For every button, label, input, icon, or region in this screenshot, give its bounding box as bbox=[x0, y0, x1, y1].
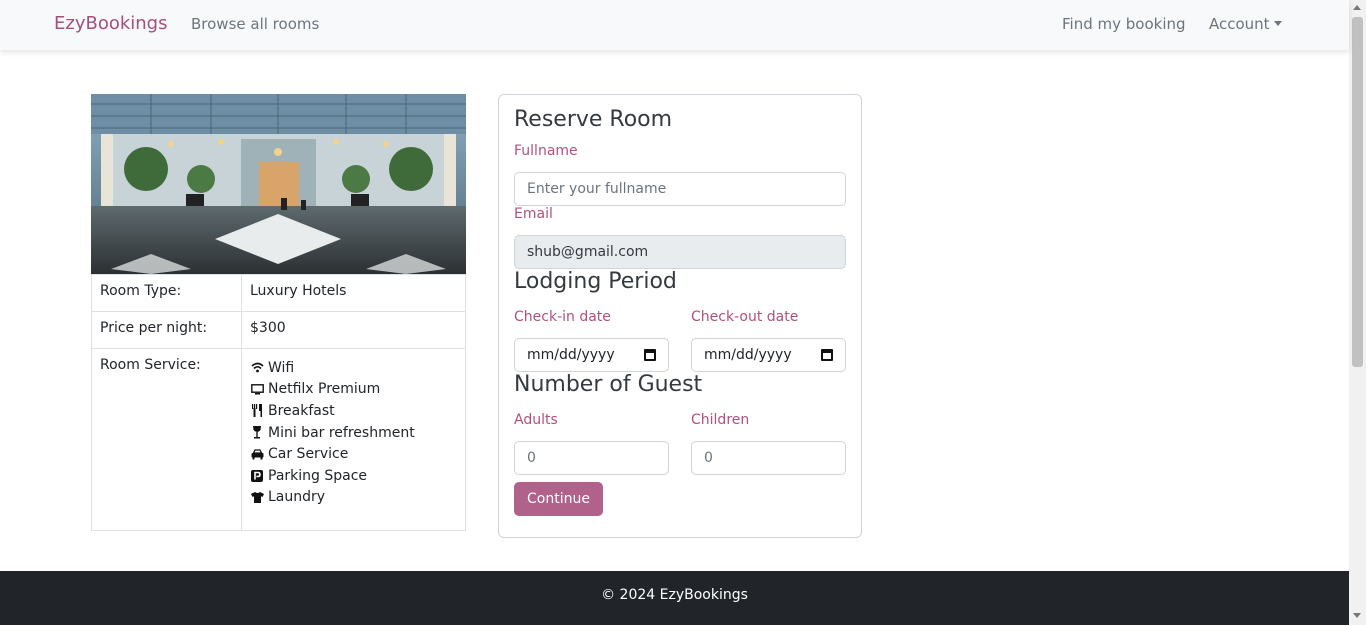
parking-icon bbox=[250, 469, 264, 483]
browse-rooms-link[interactable]: Browse all rooms bbox=[191, 15, 319, 33]
wine-glass-icon bbox=[250, 426, 264, 440]
room-type-row: Room Type: Luxury Hotels bbox=[91, 274, 466, 312]
service-item-car: Car Service bbox=[250, 443, 457, 465]
shirt-icon bbox=[250, 490, 264, 504]
fullname-input[interactable]: Enter your fullname bbox=[514, 172, 846, 206]
navbar: EzyBookings Browse all rooms Find my boo… bbox=[0, 0, 1349, 50]
service-label: Laundry bbox=[268, 489, 326, 506]
form-title: Reserve Room bbox=[514, 107, 673, 132]
tv-icon bbox=[250, 382, 264, 396]
checkin-date-input[interactable]: mm/dd/yyyy bbox=[514, 338, 669, 372]
scroll-up-arrow-icon[interactable] bbox=[1353, 5, 1361, 10]
account-label: Account bbox=[1209, 15, 1270, 33]
adults-input[interactable]: 0 bbox=[514, 441, 669, 475]
children-input[interactable]: 0 bbox=[691, 441, 846, 475]
checkin-label: Check-in date bbox=[514, 309, 611, 325]
price-label: Price per night: bbox=[91, 311, 242, 349]
lodging-period-title: Lodging Period bbox=[514, 269, 677, 294]
service-label: Breakfast bbox=[268, 402, 335, 419]
room-service-list: Wifi Netfilx Premium Breakfast Mini bar … bbox=[241, 348, 466, 531]
wifi-icon bbox=[250, 361, 264, 375]
children-label: Children bbox=[691, 412, 750, 428]
service-item-parking: Parking Space bbox=[250, 465, 457, 487]
reserve-room-form: Reserve Room Fullname Enter your fullnam… bbox=[498, 94, 862, 538]
email-field[interactable]: shub@gmail.com bbox=[514, 235, 846, 269]
adults-label: Adults bbox=[514, 412, 558, 428]
price-row: Price per night: $300 bbox=[91, 311, 466, 349]
checkout-label: Check-out date bbox=[691, 309, 799, 325]
service-item-wifi: Wifi bbox=[250, 357, 457, 379]
find-booking-link[interactable]: Find my booking bbox=[1062, 15, 1186, 33]
scrollbar-thumb[interactable] bbox=[1352, 17, 1363, 367]
checkout-date-value: mm/dd/yyyy bbox=[704, 347, 792, 363]
service-label: Car Service bbox=[268, 446, 349, 463]
brand-logo[interactable]: EzyBookings bbox=[54, 13, 167, 34]
scroll-down-arrow-icon[interactable] bbox=[1353, 613, 1361, 618]
checkin-date-value: mm/dd/yyyy bbox=[527, 347, 615, 363]
service-label: Mini bar refreshment bbox=[268, 424, 415, 441]
service-item-breakfast: Breakfast bbox=[250, 400, 457, 422]
service-item-laundry: Laundry bbox=[250, 487, 457, 509]
room-service-label: Room Service: bbox=[91, 348, 242, 531]
number-of-guest-title: Number of Guest bbox=[514, 372, 703, 397]
room-details-table: Room Type: Luxury Hotels Price per night… bbox=[91, 274, 466, 531]
footer: © 2024 EzyBookings bbox=[0, 571, 1349, 625]
continue-button[interactable]: Continue bbox=[514, 482, 603, 516]
service-label: Wifi bbox=[268, 359, 295, 376]
utensils-icon bbox=[250, 404, 264, 418]
service-label: Netfilx Premium bbox=[268, 381, 381, 398]
room-type-label: Room Type: bbox=[91, 274, 242, 312]
service-label: Parking Space bbox=[268, 467, 368, 484]
car-icon bbox=[250, 447, 264, 461]
calendar-icon[interactable] bbox=[821, 349, 833, 361]
account-dropdown[interactable]: Account bbox=[1209, 15, 1282, 33]
email-label: Email bbox=[514, 206, 553, 222]
room-type-value: Luxury Hotels bbox=[241, 274, 466, 312]
vertical-scrollbar[interactable] bbox=[1349, 0, 1366, 625]
room-service-row: Room Service: Wifi Netfilx Premium Break… bbox=[91, 348, 466, 531]
calendar-icon[interactable] bbox=[644, 349, 656, 361]
price-value: $300 bbox=[241, 311, 466, 349]
room-image bbox=[91, 94, 466, 274]
service-item-netflix: Netfilx Premium bbox=[250, 379, 457, 401]
footer-copyright: © 2024 EzyBookings bbox=[601, 587, 748, 603]
fullname-label: Fullname bbox=[514, 143, 578, 159]
caret-down-icon bbox=[1273, 21, 1282, 26]
checkout-date-input[interactable]: mm/dd/yyyy bbox=[691, 338, 846, 372]
service-item-minibar: Mini bar refreshment bbox=[250, 422, 457, 444]
